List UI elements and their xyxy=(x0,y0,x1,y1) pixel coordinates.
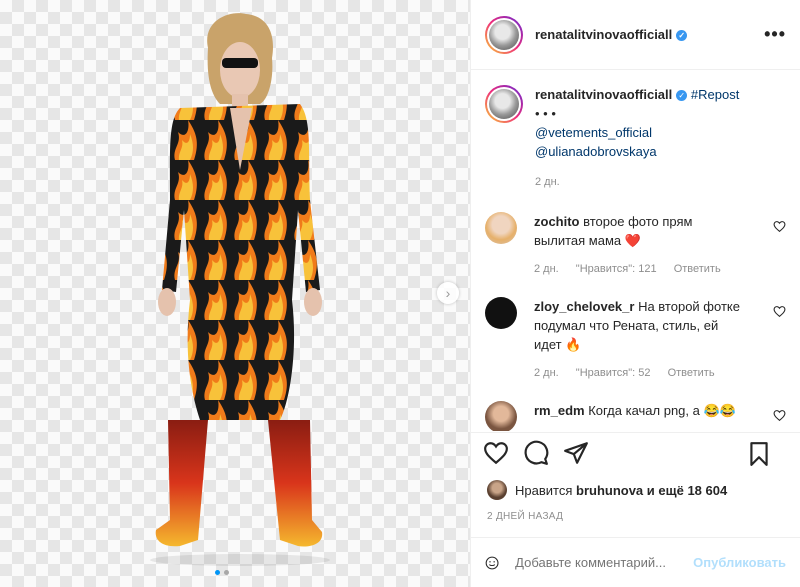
like-heart-icon[interactable] xyxy=(483,440,509,466)
comments-section[interactable]: renatalitvinovaofficiall ✓ #Repost • • • … xyxy=(471,71,800,431)
liker-avatar[interactable] xyxy=(487,480,507,500)
carousel-dot xyxy=(224,570,229,575)
instagram-post: › renatalitvinovaofficiall ✓ ••• renatali… xyxy=(0,0,800,587)
comment-username[interactable]: zochito xyxy=(534,214,580,229)
liker-username[interactable]: bruhunova xyxy=(576,483,643,498)
comment-emoji: 🔥 xyxy=(565,337,582,352)
header-username[interactable]: renatalitvinovaofficiall ✓ xyxy=(535,27,688,42)
likes-summary: Нравится bruhunova и ещё 18 604 xyxy=(487,480,727,500)
carousel-indicator xyxy=(215,570,229,575)
comment-avatar[interactable] xyxy=(485,297,517,329)
post-sidebar: renatalitvinovaofficiall ✓ ••• renatalitv… xyxy=(470,0,800,587)
emoji-icon[interactable] xyxy=(485,551,499,575)
comment-bubble-icon[interactable] xyxy=(523,440,549,466)
like-comment-heart-icon[interactable] xyxy=(773,220,786,233)
likes-count[interactable]: и ещё 18 604 xyxy=(647,483,727,498)
verified-badge-icon: ✓ xyxy=(676,90,688,101)
comment-likes[interactable]: "Нравится": 52 xyxy=(576,367,651,379)
like-comment-heart-icon[interactable] xyxy=(773,305,786,318)
comment-avatar[interactable] xyxy=(485,401,517,431)
post-date[interactable]: 2 ДНЕЙ НАЗАД xyxy=(487,511,563,522)
comment-item: rm_edm Когда качал png, а 😂😂 xyxy=(471,401,800,431)
add-comment-bar: Опубликовать xyxy=(471,537,800,587)
comment-username[interactable]: zloy_chelovek_r xyxy=(534,299,634,314)
caption: renatalitvinovaofficiall ✓ #Repost • • • … xyxy=(471,71,800,192)
share-plane-icon[interactable] xyxy=(563,440,589,466)
comment-item: zochito второе фото прям вылитая мама ❤️… xyxy=(471,212,800,279)
mention-vetements[interactable]: @vetements_official xyxy=(535,125,652,140)
mention-ulianadobrovskaya[interactable]: @ulianadobrovskaya xyxy=(535,144,657,159)
post-photo-flame-dress xyxy=(150,13,330,566)
comment-emoji: 😂😂 xyxy=(703,403,736,418)
carousel-dot-active xyxy=(215,570,220,575)
post-actions xyxy=(471,432,800,473)
like-comment-heart-icon[interactable] xyxy=(773,409,786,422)
caption-avatar[interactable] xyxy=(485,85,523,123)
comment-likes[interactable]: "Нравится": 121 xyxy=(576,263,657,275)
verified-badge-icon: ✓ xyxy=(676,30,688,41)
next-photo-button[interactable]: › xyxy=(437,282,459,304)
reply-button[interactable]: Ответить xyxy=(668,367,715,379)
chevron-right-icon: › xyxy=(445,285,451,301)
likes-prefix: Нравится xyxy=(515,482,573,498)
reply-button[interactable]: Ответить xyxy=(674,263,721,275)
post-media[interactable]: › xyxy=(0,0,470,587)
comment-time[interactable]: 2 дн. xyxy=(534,263,559,275)
caption-username[interactable]: renatalitvinovaofficiall xyxy=(535,87,672,102)
comment-time[interactable]: 2 дн. xyxy=(534,367,559,379)
comment-text: Когда качал png, а xyxy=(588,403,700,418)
comment-emoji: ❤️ xyxy=(624,233,641,248)
comment-avatar[interactable] xyxy=(485,212,517,244)
post-header: renatalitvinovaofficiall ✓ ••• xyxy=(471,0,800,70)
comment-input[interactable] xyxy=(513,554,694,571)
more-options-icon[interactable]: ••• xyxy=(764,24,786,45)
bookmark-icon[interactable] xyxy=(746,441,772,467)
comment-item: zloy_chelovek_r На второй фотке подумал … xyxy=(471,297,800,383)
comment-username[interactable]: rm_edm xyxy=(534,403,585,418)
avatar[interactable] xyxy=(485,15,523,54)
caption-time: 2 дн. xyxy=(535,176,560,188)
publish-button[interactable]: Опубликовать xyxy=(693,555,786,570)
repost-hashtag[interactable]: #Repost xyxy=(691,87,739,102)
caption-dots: • • • xyxy=(535,106,556,121)
